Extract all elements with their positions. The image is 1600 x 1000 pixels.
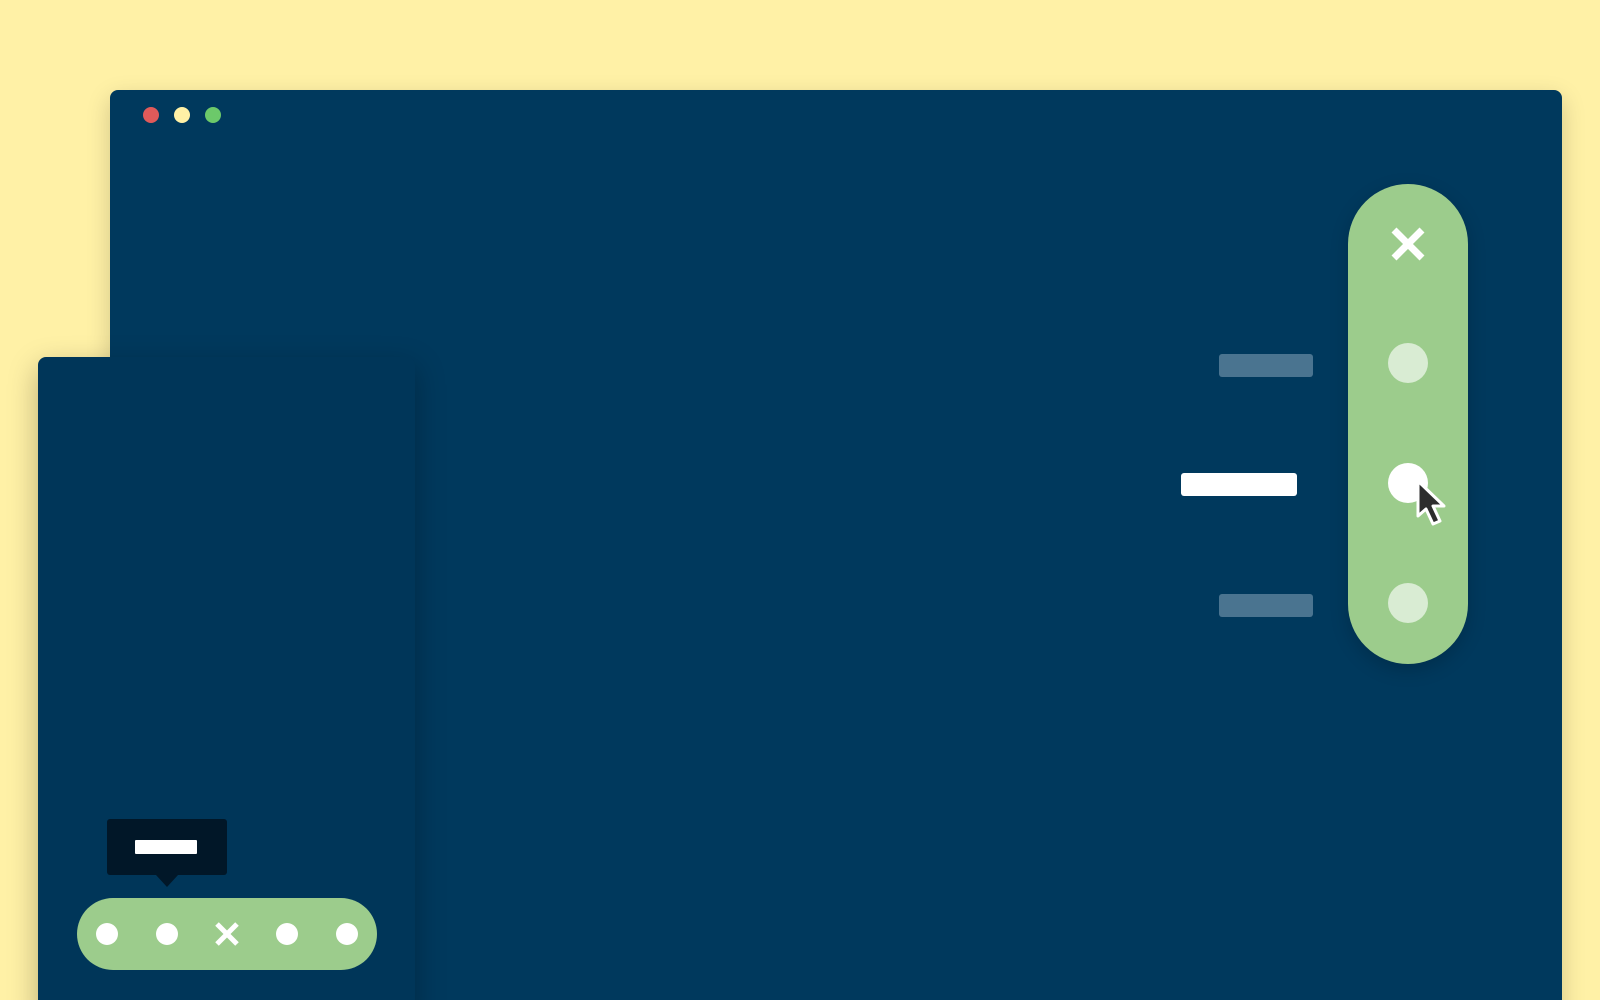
toolbar-item-label-3 bbox=[1219, 594, 1313, 617]
toolbar-item-4[interactable] bbox=[336, 923, 358, 945]
pointer-cursor-icon bbox=[1413, 478, 1453, 530]
tooltip-label bbox=[135, 840, 197, 854]
toolbar-item-1[interactable] bbox=[96, 923, 118, 945]
toolbar-item-1[interactable] bbox=[1388, 343, 1428, 383]
window-minimize-button[interactable] bbox=[174, 107, 190, 123]
toolbar-item-label-1 bbox=[1219, 354, 1313, 377]
close-icon[interactable] bbox=[214, 921, 240, 947]
desktop bbox=[0, 0, 1600, 1000]
vertical-toolbar bbox=[1348, 184, 1468, 664]
close-icon[interactable] bbox=[1388, 224, 1428, 264]
toolbar-item-3[interactable] bbox=[276, 923, 298, 945]
window-maximize-button[interactable] bbox=[205, 107, 221, 123]
toolbar-item-label-2 bbox=[1181, 473, 1297, 496]
toolbar-item-3[interactable] bbox=[1388, 583, 1428, 623]
window-close-button[interactable] bbox=[143, 107, 159, 123]
window-controls bbox=[143, 107, 221, 123]
horizontal-toolbar bbox=[77, 898, 377, 970]
tooltip bbox=[107, 819, 227, 887]
secondary-window bbox=[38, 357, 415, 1000]
toolbar-item-2[interactable] bbox=[156, 923, 178, 945]
